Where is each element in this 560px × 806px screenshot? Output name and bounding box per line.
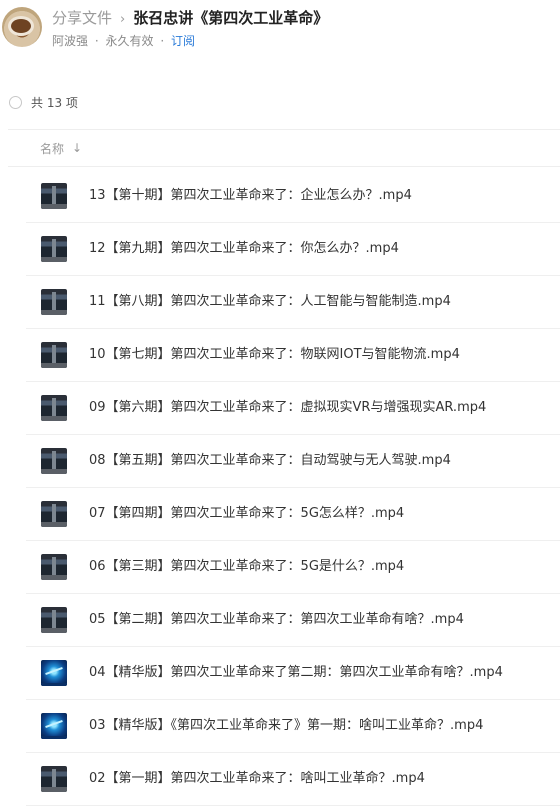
item-count-row: 共 13 项 (9, 94, 78, 110)
sort-down-arrow-icon[interactable]: ↓ (72, 141, 82, 155)
file-row[interactable]: 10【第七期】第四次工业革命来了：物联网IOT与智能物流.mp4 (26, 329, 560, 382)
item-count: 共 13 项 (31, 95, 78, 110)
file-row[interactable]: 13【第十期】第四次工业革命来了：企业怎么办？.mp4 (26, 170, 560, 223)
file-name[interactable]: 07【第四期】第四次工业革命来了：5G怎么样？.mp4 (89, 488, 404, 540)
file-row[interactable]: 07【第四期】第四次工业革命来了：5G怎么样？.mp4 (26, 488, 560, 541)
meta-separator: · (94, 34, 99, 48)
meta-separator: · (160, 34, 165, 48)
subscribe-link[interactable]: 订阅 (171, 34, 195, 48)
breadcrumb-shared-files-link[interactable]: 分享文件 (52, 9, 112, 27)
owner-name: 阿波强 (52, 34, 89, 48)
select-all-checkbox[interactable] (9, 95, 22, 109)
file-name[interactable]: 06【第三期】第四次工业革命来了：5G是什么？.mp4 (89, 541, 404, 593)
column-header: 名称 ↓ (8, 129, 560, 167)
validity-label: 永久有效 (105, 34, 154, 48)
file-row[interactable]: 06【第三期】第四次工业革命来了：5G是什么？.mp4 (26, 541, 560, 594)
file-name[interactable]: 12【第九期】第四次工业革命来了：你怎么办？.mp4 (89, 223, 399, 275)
file-name[interactable]: 08【第五期】第四次工业革命来了：自动驾驶与无人驾驶.mp4 (89, 435, 451, 487)
file-name[interactable]: 05【第二期】第四次工业革命来了：第四次工业革命有啥？.mp4 (89, 594, 464, 646)
video-thumbnail-icon (41, 183, 67, 209)
share-meta: 阿波强 · 永久有效 · 订阅 (52, 33, 195, 49)
file-name[interactable]: 02【第一期】第四次工业革命来了：啥叫工业革命？.mp4 (89, 753, 425, 805)
share-header: 分享文件 › 张召忠讲《第四次工业革命》 阿波强 · 永久有效 · 订阅 (0, 0, 560, 60)
video-thumbnail-icon (41, 448, 67, 474)
file-name[interactable]: 11【第八期】第四次工业革命来了：人工智能与智能制造.mp4 (89, 276, 451, 328)
video-thumbnail-icon (41, 713, 67, 739)
file-row[interactable]: 03【精华版】《第四次工业革命来了》第一期：啥叫工业革命？.mp4 (26, 700, 560, 753)
file-name[interactable]: 10【第七期】第四次工业革命来了：物联网IOT与智能物流.mp4 (89, 329, 460, 381)
video-thumbnail-icon (41, 289, 67, 315)
video-thumbnail-icon (41, 660, 67, 686)
file-row[interactable]: 04【精华版】第四次工业革命来了第二期：第四次工业革命有啥？.mp4 (26, 647, 560, 700)
video-thumbnail-icon (41, 554, 67, 580)
video-thumbnail-icon (41, 236, 67, 262)
owner-avatar[interactable] (2, 7, 42, 47)
file-row[interactable]: 05【第二期】第四次工业革命来了：第四次工业革命有啥？.mp4 (26, 594, 560, 647)
video-thumbnail-icon (41, 342, 67, 368)
video-thumbnail-icon (41, 607, 67, 633)
page-title: 张召忠讲《第四次工业革命》 (133, 9, 329, 27)
name-column-label: 名称 (40, 141, 65, 156)
name-column-header[interactable]: 名称 ↓ (40, 140, 82, 157)
video-thumbnail-icon (41, 395, 67, 421)
file-list: 13【第十期】第四次工业革命来了：企业怎么办？.mp4 12【第九期】第四次工业革… (26, 170, 560, 806)
breadcrumb: 分享文件 › 张召忠讲《第四次工业革命》 (52, 8, 328, 30)
file-name[interactable]: 04【精华版】第四次工业革命来了第二期：第四次工业革命有啥？.mp4 (89, 647, 503, 699)
file-name[interactable]: 03【精华版】《第四次工业革命来了》第一期：啥叫工业革命？.mp4 (89, 700, 483, 752)
video-thumbnail-icon (41, 501, 67, 527)
file-name[interactable]: 13【第十期】第四次工业革命来了：企业怎么办？.mp4 (89, 170, 412, 222)
file-row[interactable]: 09【第六期】第四次工业革命来了：虚拟现实VR与增强现实AR.mp4 (26, 382, 560, 435)
file-row[interactable]: 08【第五期】第四次工业革命来了：自动驾驶与无人驾驶.mp4 (26, 435, 560, 488)
file-row[interactable]: 11【第八期】第四次工业革命来了：人工智能与智能制造.mp4 (26, 276, 560, 329)
file-row[interactable]: 02【第一期】第四次工业革命来了：啥叫工业革命？.mp4 (26, 753, 560, 806)
file-row[interactable]: 12【第九期】第四次工业革命来了：你怎么办？.mp4 (26, 223, 560, 276)
file-name[interactable]: 09【第六期】第四次工业革命来了：虚拟现实VR与增强现实AR.mp4 (89, 382, 486, 434)
video-thumbnail-icon (41, 766, 67, 792)
breadcrumb-separator-icon: › (120, 12, 126, 27)
